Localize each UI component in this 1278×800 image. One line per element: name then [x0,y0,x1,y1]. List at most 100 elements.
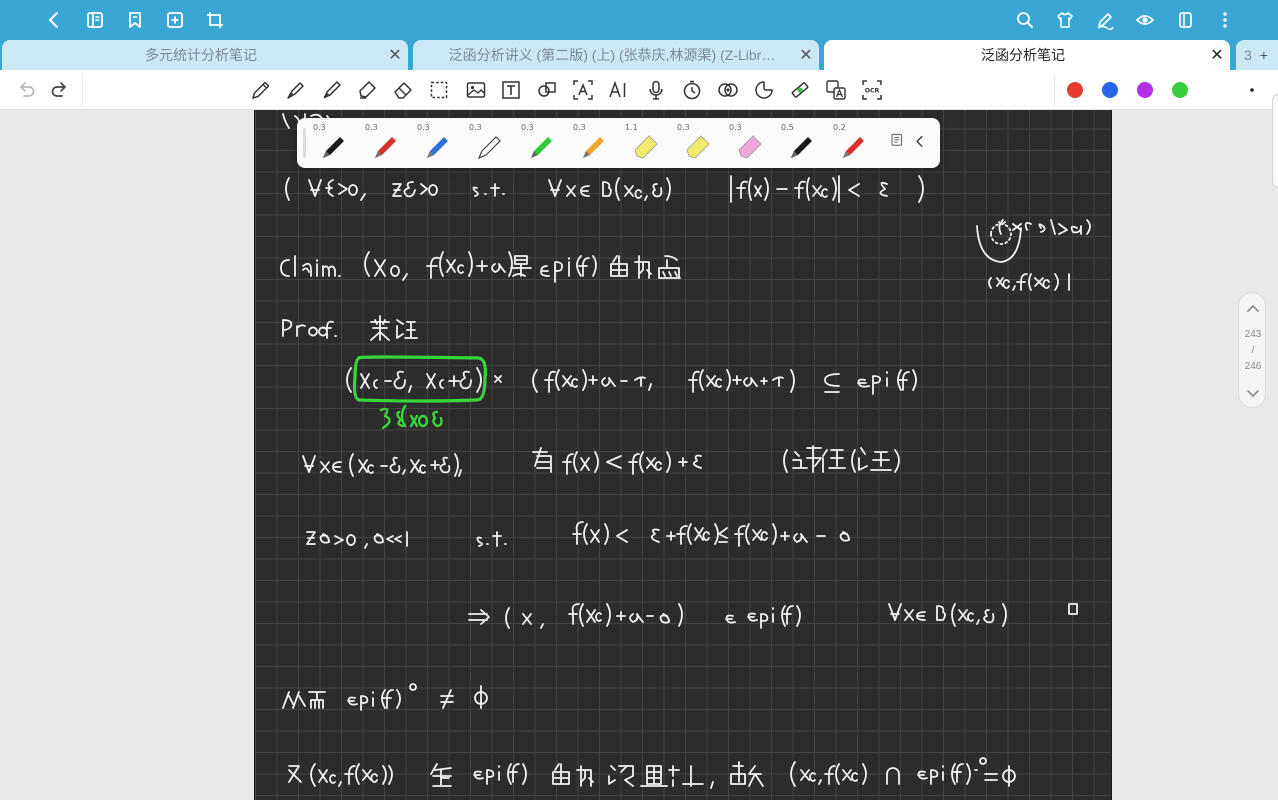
sticker-icon[interactable] [752,78,776,102]
pen-icon [427,137,448,158]
tab-label: 泛函分析笔记 [981,47,1065,63]
eraser-icon[interactable] [391,78,415,102]
plus-icon: + [1259,47,1268,63]
svg-text:OCR: OCR [865,88,880,95]
pen-size-label: 0.3 [365,123,378,132]
page-separator: / [1251,345,1255,356]
pen-palette-popup: 0.3 0.3 0.3 0.3 0.3 0.3 1.1 0.3 0.3 0.5 … [297,118,940,168]
pen-size-label: 0.3 [573,123,586,132]
crop-icon[interactable] [203,8,227,32]
quick-color-purple[interactable] [1137,82,1153,98]
read-mode-eye-icon[interactable] [1133,8,1157,32]
right-drawer-handle[interactable] [1272,94,1278,188]
redo-icon[interactable] [48,78,72,102]
pen-preset-2[interactable]: 0.3 [359,120,409,166]
pen-tool-icon[interactable] [249,78,273,102]
tab-label: 多元统计分析笔记 [145,47,257,63]
page-indicator: 243 / 246 [1238,292,1266,408]
pen-size-label: 1.1 [625,123,638,132]
tool-bar: OCR [0,70,1278,173]
tab-count-button[interactable]: 3 + [1236,40,1278,70]
brush-pen-icon[interactable] [320,78,344,102]
highlighter-preset-3[interactable]: 0.3 [723,120,773,166]
pen-preset-3[interactable]: 0.3 [411,120,461,166]
more-menu-icon[interactable] [1213,8,1237,32]
handwriting-strokes [280,113,1091,789]
total-page-number: 246 [1244,361,1262,372]
highlighter-icon [634,135,658,159]
pen-preset-4[interactable]: 0.3 [463,120,513,166]
pen-icon [843,137,864,158]
timer-icon[interactable] [680,78,704,102]
pen-icon [531,137,552,158]
quick-color-blue[interactable] [1102,82,1118,98]
search-icon[interactable] [1013,8,1037,32]
pen-size-label: 0.3 [469,123,482,132]
theme-shirt-icon[interactable] [1053,8,1077,32]
text-box-icon[interactable] [499,78,523,102]
translate-icon[interactable] [824,78,848,102]
note-page[interactable] [254,110,1112,800]
pen-size-label: 0.3 [729,123,742,132]
pen-preset-8[interactable]: 0.2 [827,120,877,166]
ocr-scan-icon[interactable]: OCR [860,78,884,102]
close-icon[interactable]: ✕ [382,40,408,70]
page-down-chevron-icon[interactable] [1245,385,1261,401]
pen-preset-5[interactable]: 0.3 [515,120,565,166]
pen-size-label: 0.2 [833,123,846,132]
image-icon[interactable] [464,78,488,102]
pen-preset-7[interactable]: 0.5 [775,120,825,166]
pen-icon [791,137,812,158]
add-page-icon[interactable] [163,8,187,32]
pen-size-label: 0.3 [677,123,690,132]
tab-functional-analysis-notes[interactable]: 泛函分析笔记 ✕ [824,40,1230,70]
ai-assistant-icon[interactable] [607,78,631,102]
close-icon[interactable]: ✕ [793,40,819,70]
pen-size-label: 0.3 [521,123,534,132]
quick-color-green[interactable] [1172,82,1188,98]
highlighter-preset-1[interactable]: 1.1 [619,120,669,166]
pen-icon [583,137,604,158]
pen-size-label: 0.3 [417,123,430,132]
highlighter-icon [738,135,762,159]
close-icon[interactable]: ✕ [1204,40,1230,70]
tape-icon[interactable] [788,78,812,102]
app-window: 多元统计分析笔记 ✕ 泛函分析讲义 (第二版) (上) (张恭庆,林源渠) (Z… [0,0,1278,800]
quick-color-red[interactable] [1067,82,1083,98]
page-layout-icon[interactable] [1173,8,1197,32]
pen-size-label: 0.3 [313,123,326,132]
fountain-pen-icon[interactable] [284,78,308,102]
pen-settings-icon[interactable] [887,120,909,166]
highlighter-icon[interactable] [355,78,379,102]
tab-label: 泛函分析讲义 (第二版) (上) (张恭庆,林源渠) (Z-Libr… [448,47,776,63]
pen-size-label: 0.5 [781,123,794,132]
popup-drag-handle[interactable] [303,128,306,158]
pen-icon [323,137,344,158]
tab-multivariate-notes[interactable]: 多元统计分析笔记 ✕ [2,40,408,70]
tab-functional-analysis-textbook[interactable]: 泛函分析讲义 (第二版) (上) (张恭庆,林源渠) (Z-Libr… ✕ [413,40,819,70]
microphone-icon[interactable] [644,78,668,102]
highlighter-preset-2[interactable]: 0.3 [671,120,721,166]
pen-icon [375,137,396,158]
toolbar-divider [1054,74,1055,106]
laser-pointer-icon[interactable] [716,78,740,102]
tab-count-label: 3 [1244,47,1252,63]
undo-icon[interactable] [14,78,38,102]
page-up-chevron-icon[interactable] [1245,301,1261,317]
text-recognition-icon[interactable] [571,78,595,102]
toolbar-divider [82,74,83,106]
notebook-outline-icon[interactable] [83,8,107,32]
pen-preset-6[interactable]: 0.3 [567,120,617,166]
more-dot-icon[interactable] [1240,78,1264,102]
shapes-icon[interactable] [535,78,559,102]
back-icon[interactable] [42,8,66,32]
pen-mode-icon[interactable] [1093,8,1117,32]
tab-bar: 多元统计分析笔记 ✕ 泛函分析讲义 (第二版) (上) (张恭庆,林源渠) (Z… [0,40,1278,70]
current-page-number: 243 [1244,329,1262,340]
bookmark-icon[interactable] [123,8,147,32]
collapse-chevron-icon[interactable] [911,120,931,166]
lasso-select-icon[interactable] [427,78,451,102]
pen-icon [477,136,501,160]
pen-preset-1[interactable]: 0.3 [307,120,357,166]
top-bar [0,0,1278,40]
